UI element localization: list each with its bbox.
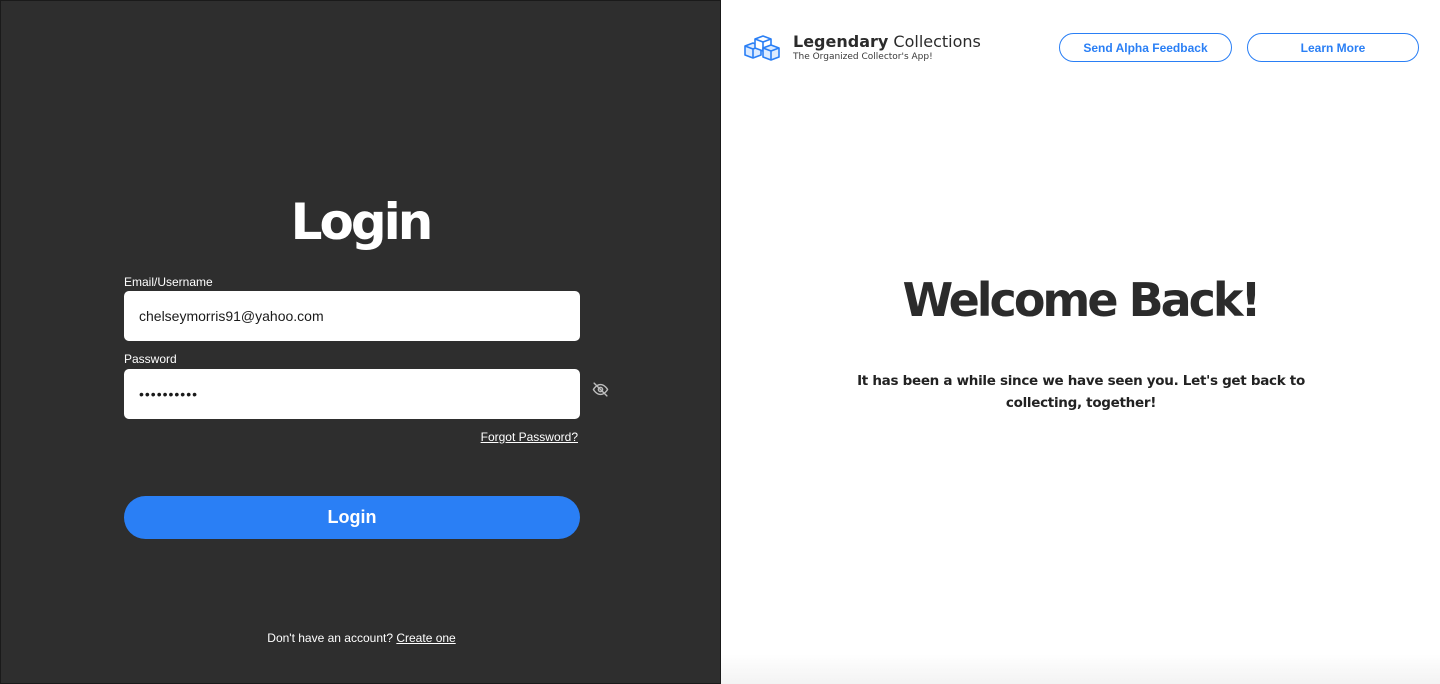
- login-panel: Login Email/Username Password Forgot Pas…: [0, 0, 721, 684]
- learn-more-button[interactable]: Learn More: [1247, 33, 1419, 62]
- brand-name-regular: Collections: [893, 31, 981, 51]
- welcome-subtitle: It has been a while since we have seen y…: [857, 373, 1305, 411]
- email-label: Email/Username: [124, 275, 213, 289]
- email-field[interactable]: [124, 291, 580, 341]
- forgot-password-link[interactable]: Forgot Password?: [481, 430, 578, 444]
- brand-name-bold: Legendary: [793, 31, 889, 51]
- brand-tagline: The Organized Collector's App!: [793, 51, 933, 62]
- brand-text: Legendary Collections The Organized Coll…: [793, 32, 981, 63]
- eye-slash-icon[interactable]: [592, 381, 609, 398]
- send-feedback-button[interactable]: Send Alpha Feedback: [1059, 33, 1232, 62]
- login-button[interactable]: Login: [124, 496, 580, 539]
- stacked-cubes-icon: [743, 30, 783, 64]
- password-field[interactable]: [124, 369, 580, 419]
- brand-name: Legendary Collections: [793, 32, 981, 52]
- password-label: Password: [124, 352, 177, 366]
- bottom-shadow: [721, 654, 1440, 684]
- create-account-link[interactable]: Create one: [396, 631, 455, 645]
- welcome-panel: Legendary Collections The Organized Coll…: [721, 0, 1440, 684]
- brand-logo[interactable]: Legendary Collections The Organized Coll…: [743, 30, 981, 64]
- no-account-text: Don't have an account?: [267, 631, 393, 645]
- welcome-title: Welcome Back!: [902, 273, 1261, 327]
- signup-prompt: Don't have an account? Create one: [1, 631, 722, 645]
- login-title: Login: [290, 193, 434, 251]
